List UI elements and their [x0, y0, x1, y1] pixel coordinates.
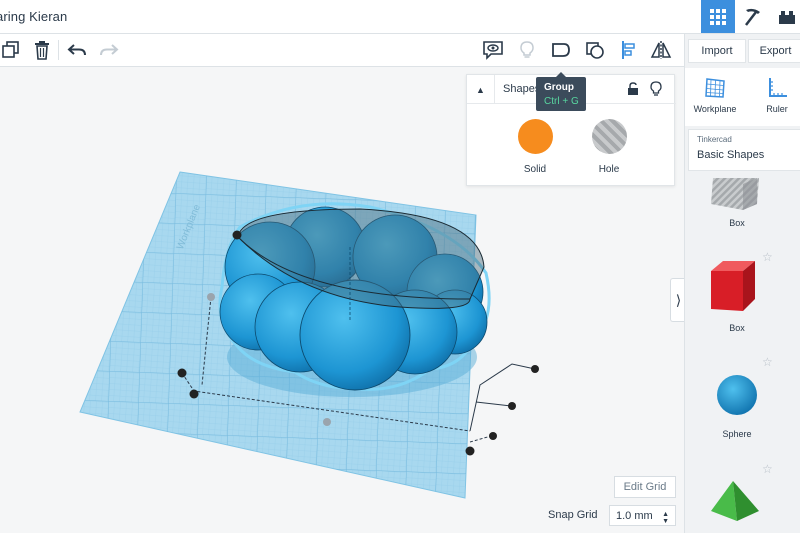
solid-option[interactable]: Solid: [505, 119, 565, 175]
ruler-tool-label: Ruler: [766, 104, 788, 114]
solid-swatch[interactable]: [517, 119, 553, 154]
ungroup-button[interactable]: [580, 34, 610, 66]
export-button[interactable]: Export: [748, 39, 800, 63]
select-arrow-icon: ▲ ▼: [662, 511, 669, 525]
resize-handle[interactable]: [465, 446, 475, 456]
tooltip-shortcut: Ctrl + G: [544, 96, 579, 107]
trash-icon: [35, 41, 49, 60]
tinkercad-editor: aring Kieran Workplane ⟩ Edit Grid Snap …: [0, 0, 800, 533]
top-bar: aring Kieran: [0, 0, 800, 34]
favorite-star-icon[interactable]: ☆: [762, 355, 773, 369]
side-handle[interactable]: [323, 418, 331, 426]
align-button[interactable]: [614, 34, 644, 66]
unlock-icon[interactable]: [627, 82, 639, 96]
grid-icon: [710, 8, 726, 25]
ruler-tool[interactable]: Ruler: [747, 72, 800, 124]
snap-grid-select[interactable]: 1.0 mm ▲ ▼: [609, 505, 676, 526]
dimension-guide: [469, 435, 492, 443]
hole-label: Hole: [598, 164, 620, 175]
copy-icon: [2, 41, 19, 58]
snap-grid-label: Snap Grid: [548, 509, 598, 521]
notes-icon: [483, 41, 503, 60]
shape-sphere[interactable]: Sphere: [685, 369, 800, 449]
shape-roof[interactable]: [685, 477, 800, 533]
inspector-collapse-button[interactable]: ▲: [467, 75, 495, 104]
side-handle[interactable]: [207, 293, 215, 301]
3d-view-button[interactable]: [701, 0, 735, 33]
undo-icon: [67, 44, 86, 56]
align-icon: [622, 41, 635, 59]
build-view-button[interactable]: [736, 0, 770, 33]
shape-sphere-label: Sphere: [722, 429, 752, 439]
library-provider: Tinkercad: [697, 135, 732, 144]
light-bulb-icon: [520, 41, 534, 58]
triangle-up-icon: ▲: [476, 84, 485, 95]
favorite-star-icon[interactable]: ☆: [762, 462, 773, 476]
library-name: Basic Shapes: [697, 149, 765, 161]
resize-handle[interactable]: [489, 432, 497, 440]
redo-icon: [100, 44, 119, 56]
bricks-view-button[interactable]: [770, 0, 800, 33]
sphere-icon: [717, 375, 757, 415]
tooltip-title: Group: [544, 82, 574, 93]
group-tooltip: Group Ctrl + G: [536, 72, 586, 111]
mirror-icon: [650, 41, 672, 59]
dimension-guide: [475, 401, 512, 407]
shape-box-hole-label: Box: [729, 218, 745, 228]
group-button[interactable]: [546, 34, 576, 66]
roof-icon: [711, 481, 759, 521]
workplane-tool[interactable]: Workplane: [685, 72, 745, 124]
workplane-icon: [705, 78, 725, 98]
workplane-tools: Workplane Ruler: [685, 68, 800, 126]
toolbar-divider: [58, 40, 59, 60]
resize-handle[interactable]: [177, 368, 187, 378]
mirror-button[interactable]: [646, 34, 676, 66]
shape-box-hole[interactable]: Box: [685, 174, 800, 234]
hole-option[interactable]: Hole: [579, 119, 639, 175]
shape-box-label: Box: [729, 323, 745, 333]
resize-handle[interactable]: [232, 230, 242, 240]
group-icon: [552, 43, 570, 57]
resize-handle[interactable]: [189, 389, 199, 399]
resize-handle[interactable]: [531, 365, 539, 373]
light-bulb-icon[interactable]: [650, 81, 662, 97]
resize-handle[interactable]: [508, 402, 516, 410]
red-box-icon: [711, 261, 755, 311]
pickaxe-icon: [745, 8, 760, 26]
right-panel: Import Export Workplane Ruler Tinkercad …: [684, 34, 800, 533]
shape-box[interactable]: Box: [685, 259, 800, 339]
delete-button[interactable]: [27, 34, 57, 66]
notes-button[interactable]: [478, 34, 508, 66]
show-all-button[interactable]: [512, 34, 542, 66]
shape-library-select[interactable]: Tinkercad Basic Shapes: [688, 129, 800, 171]
workplane-tool-label: Workplane: [693, 104, 737, 114]
import-button[interactable]: Import: [688, 39, 746, 63]
undo-button[interactable]: [62, 34, 92, 66]
edit-grid-button[interactable]: Edit Grid: [614, 476, 676, 498]
box-hole-icon: [711, 178, 759, 210]
edit-toolbar: [0, 34, 684, 67]
copy-button[interactable]: [0, 34, 26, 66]
dimension-guide: [469, 363, 536, 432]
snap-grid-value: 1.0 mm: [616, 509, 653, 522]
solid-label: Solid: [523, 164, 547, 175]
hole-swatch[interactable]: [591, 119, 627, 154]
brick-icon: [779, 10, 795, 24]
ungroup-icon: [586, 42, 604, 59]
document-title[interactable]: aring Kieran: [0, 9, 67, 24]
inspector-title: Shapes: [503, 83, 541, 95]
redo-button[interactable]: [94, 34, 124, 66]
ruler-icon: [769, 78, 787, 97]
